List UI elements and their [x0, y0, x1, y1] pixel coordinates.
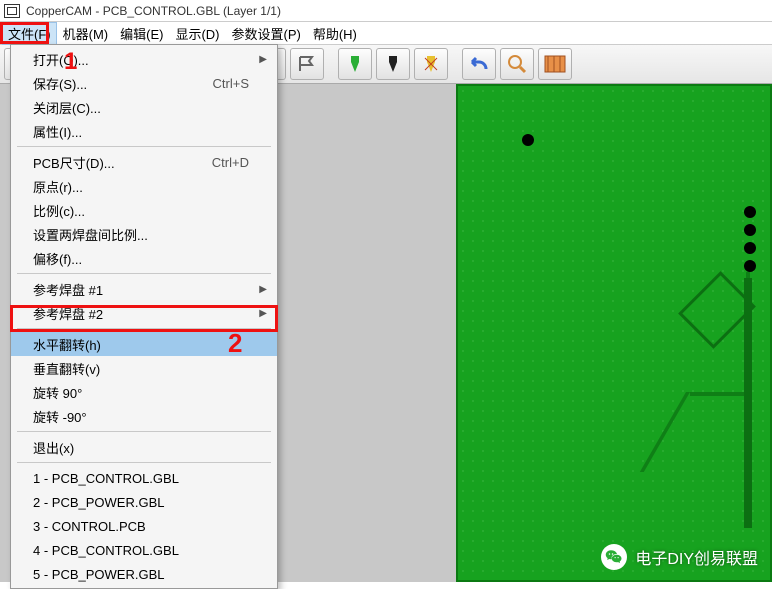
menu-item[interactable]: 5 - PCB_POWER.GBL [11, 562, 277, 586]
menu-shortcut: Ctrl+D [212, 155, 249, 170]
menu-bar: 文件(F)机器(M)编辑(E)显示(D)参数设置(P)帮助(H) [0, 22, 772, 44]
menu-item-label: 保存(S)... [33, 74, 87, 93]
menu-separator [17, 146, 271, 147]
menu-item[interactable]: 帮助(H) [307, 22, 363, 45]
menu-item[interactable]: 机器(M) [57, 22, 115, 45]
menu-item-label: 属性(I)... [33, 122, 82, 141]
drill-black-icon[interactable] [376, 48, 410, 80]
menu-item-label: 原点(r)... [33, 177, 83, 196]
menu-item[interactable]: 退出(x) [11, 435, 277, 459]
menu-item[interactable]: 设置两焊盘间比例... [11, 222, 277, 246]
undo-icon[interactable] [462, 48, 496, 80]
menu-item-label: 5 - PCB_POWER.GBL [33, 567, 164, 582]
menu-item[interactable]: 偏移(f)... [11, 246, 277, 270]
menu-separator [17, 273, 271, 274]
menu-item[interactable]: 旋转 90° [11, 380, 277, 404]
submenu-arrow-icon: ▶ [259, 284, 267, 295]
menu-item-label: 设置两焊盘间比例... [33, 225, 148, 244]
menu-item[interactable]: 关闭层(C)... [11, 95, 277, 119]
menu-item[interactable]: 打开(O)... ▶ [11, 47, 277, 71]
watermark: 电子DIY创易联盟 [601, 544, 758, 570]
menu-item[interactable]: 垂直翻转(v) [11, 356, 277, 380]
menu-item[interactable]: 参考焊盘 #2 ▶ [11, 301, 277, 325]
menu-item-label: 3 - CONTROL.PCB [33, 519, 146, 534]
menu-separator [17, 431, 271, 432]
menu-item-label: 参考焊盘 #1 [33, 280, 103, 299]
menu-item[interactable]: 1 - PCB_CONTROL.GBL [11, 466, 277, 490]
menu-item[interactable]: 参数设置(P) [226, 22, 307, 45]
zoom-icon[interactable] [500, 48, 534, 80]
menu-item-label: 退出(x) [33, 438, 74, 457]
pcb-canvas[interactable] [456, 84, 772, 582]
pcb-pad [744, 260, 756, 272]
app-icon [4, 4, 20, 18]
annotation-number-1: 1 [64, 48, 77, 76]
menu-item-label: 垂直翻转(v) [33, 359, 100, 378]
board-icon[interactable] [538, 48, 572, 80]
menu-item[interactable]: 原点(r)... [11, 174, 277, 198]
menu-item[interactable]: 旋转 -90° [11, 404, 277, 428]
drill-yellow-icon[interactable] [414, 48, 448, 80]
menu-item-label: 2 - PCB_POWER.GBL [33, 495, 164, 510]
flag-outline-icon[interactable] [290, 48, 324, 80]
menu-item-label: 水平翻转(h) [33, 335, 101, 354]
menu-item[interactable]: 比例(c)... [11, 198, 277, 222]
submenu-arrow-icon: ▶ [259, 54, 267, 65]
watermark-text: 电子DIY创易联盟 [635, 545, 758, 569]
menu-item[interactable]: PCB尺寸(D)... Ctrl+D [11, 150, 277, 174]
pcb-pad [744, 206, 756, 218]
pcb-trace [690, 392, 750, 396]
menu-item-label: 偏移(f)... [33, 249, 82, 268]
menu-item[interactable]: 4 - PCB_CONTROL.GBL [11, 538, 277, 562]
window-title: CopperCAM - PCB_CONTROL.GBL (Layer 1/1) [26, 4, 281, 18]
menu-item-label: PCB尺寸(D)... [33, 153, 115, 172]
menu-item[interactable]: 编辑(E) [114, 22, 169, 45]
annotation-number-2: 2 [228, 328, 242, 359]
menu-item-label: 关闭层(C)... [33, 98, 101, 117]
file-menu-dropdown: 打开(O)... ▶ 保存(S)... Ctrl+S 关闭层(C)... 属性(I)...… [10, 44, 278, 589]
menu-item-label: 旋转 90° [33, 383, 82, 402]
menu-shortcut: Ctrl+S [213, 76, 249, 91]
pcb-pad [744, 224, 756, 236]
pcb-pad [522, 134, 534, 146]
drill-green-icon[interactable] [338, 48, 372, 80]
menu-separator [17, 462, 271, 463]
menu-item[interactable]: 参考焊盘 #1 ▶ [11, 277, 277, 301]
menu-item[interactable]: 保存(S)... Ctrl+S [11, 71, 277, 95]
menu-item-label: 比例(c)... [33, 201, 85, 220]
menu-item[interactable]: 文件(F) [2, 22, 57, 45]
menu-item[interactable]: 属性(I)... [11, 119, 277, 143]
menu-item[interactable]: 显示(D) [169, 22, 225, 45]
wechat-icon [601, 544, 627, 570]
menu-item-label: 1 - PCB_CONTROL.GBL [33, 471, 179, 486]
menu-item-label: 4 - PCB_CONTROL.GBL [33, 543, 179, 558]
menu-item-label: 参考焊盘 #2 [33, 304, 103, 323]
title-bar: CopperCAM - PCB_CONTROL.GBL (Layer 1/1) [0, 0, 772, 22]
menu-item-label: 打开(O)... [33, 50, 89, 69]
menu-item[interactable]: 3 - CONTROL.PCB [11, 514, 277, 538]
pcb-pad [744, 242, 756, 254]
menu-item-label: 旋转 -90° [33, 407, 87, 426]
menu-item[interactable]: 2 - PCB_POWER.GBL [11, 490, 277, 514]
submenu-arrow-icon: ▶ [259, 308, 267, 319]
